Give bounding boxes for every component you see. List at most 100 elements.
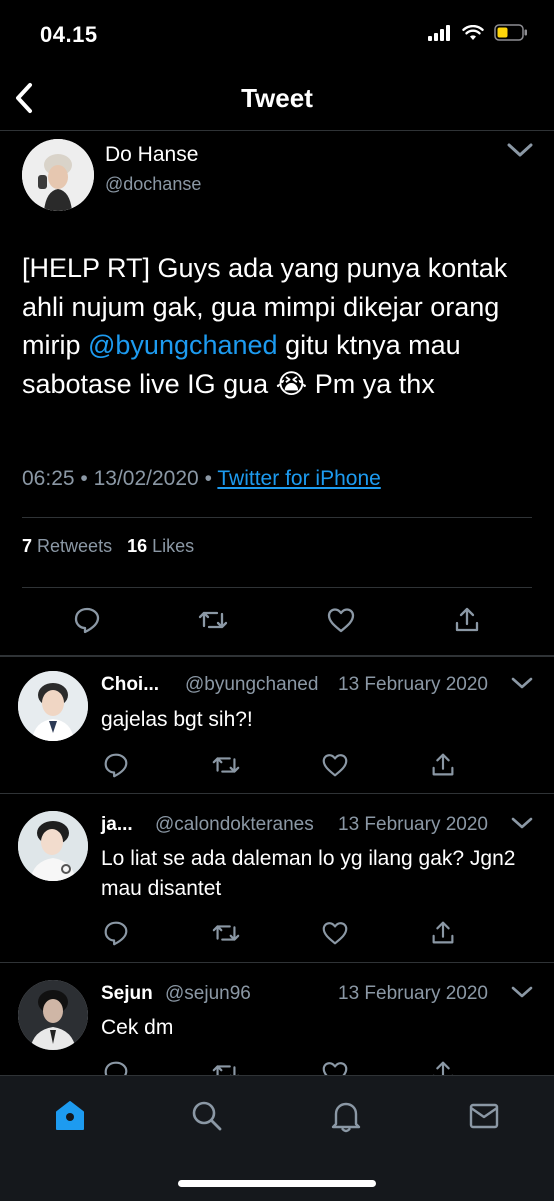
divider (22, 587, 532, 588)
tweet-time: 06:25 (22, 467, 75, 490)
retweet-button[interactable] (211, 1058, 243, 1075)
chevron-down-icon (511, 986, 533, 998)
divider (22, 517, 532, 518)
status-time: 04.15 (40, 22, 98, 47)
home-indicator[interactable] (178, 1180, 376, 1187)
likes-stat[interactable]: 16 Likes (127, 536, 194, 556)
retweet-icon (198, 611, 228, 629)
reply-author-name[interactable]: Choi... (101, 674, 159, 696)
tweet-text-part3: Pm ya thx (307, 368, 435, 399)
like-label: Likes (152, 536, 195, 556)
reply-text: gajelas bgt sih?! (101, 708, 253, 731)
reply-author-handle[interactable]: @sejun96 (165, 983, 251, 1005)
tab-search[interactable] (189, 1098, 225, 1134)
retweet-label: Retweets (37, 536, 113, 556)
wifi-icon (462, 24, 484, 40)
reply-button[interactable] (101, 750, 133, 782)
reply-menu-button[interactable] (510, 814, 534, 832)
chevron-down-icon (507, 143, 533, 157)
reply-item[interactable]: Sejun @sejun96 13 February 2020 Cek dm (0, 963, 554, 1075)
tab-messages[interactable] (466, 1098, 502, 1134)
reply-item[interactable]: ja... @calondokteranes 13 February 2020 … (0, 794, 554, 962)
share-icon (432, 753, 454, 776)
share-button[interactable] (428, 918, 460, 950)
avatar-image (18, 980, 88, 1050)
share-button[interactable] (428, 1058, 460, 1075)
reply-icon (104, 921, 128, 946)
reply-menu-button[interactable] (510, 983, 534, 1001)
reply-author-handle[interactable]: @byungchaned (185, 674, 318, 696)
like-button[interactable] (320, 1058, 352, 1075)
reply-icon (74, 607, 100, 634)
bell-icon (331, 1102, 361, 1133)
share-button[interactable] (428, 750, 460, 782)
reply-item[interactable]: Choi... @byungchaned 13 February 2020 ga… (0, 657, 554, 793)
reply-author-handle[interactable]: @calondokteranes (155, 814, 314, 836)
share-button[interactable] (451, 604, 483, 636)
heart-icon (322, 754, 348, 777)
reply-icon (104, 1061, 128, 1075)
share-icon (432, 1061, 454, 1075)
avatar-image (18, 671, 88, 741)
page-title: Tweet (241, 83, 313, 113)
signal-icon (428, 24, 450, 41)
heart-icon (327, 608, 355, 633)
retweets-stat[interactable]: 7 Retweets (22, 536, 112, 556)
share-icon (432, 921, 454, 944)
reply-date: 13 February 2020 (338, 983, 488, 1004)
reply-avatar[interactable] (18, 671, 88, 741)
retweet-icon (212, 925, 240, 941)
crying-emoji: 😭 (275, 368, 308, 399)
heart-icon (322, 1062, 348, 1075)
tweet-text: [HELP RT] Guys ada yang punya kontak ahl… (22, 249, 532, 403)
chevron-down-icon (511, 677, 533, 689)
retweet-button[interactable] (197, 604, 229, 636)
retweet-count: 7 (22, 536, 33, 556)
meta-separator: • (80, 467, 88, 490)
reply-icon (104, 753, 128, 778)
heart-icon (322, 922, 348, 945)
tab-home[interactable] (52, 1098, 88, 1134)
reply-date: 13 February 2020 (338, 814, 488, 835)
reply-avatar[interactable] (18, 811, 88, 881)
retweet-icon (212, 1065, 239, 1075)
search-icon (192, 1101, 222, 1131)
like-button[interactable] (325, 604, 357, 636)
chevron-down-icon (511, 817, 533, 829)
mention-link[interactable]: @byungchaned (88, 330, 278, 360)
retweet-button[interactable] (211, 918, 243, 950)
reply-author-name[interactable]: ja... (101, 814, 133, 836)
tweet-menu-button[interactable] (505, 139, 535, 161)
tweet-stats: 7 Retweets 16 Likes (22, 536, 194, 557)
tweet-date: 13/02/2020 (93, 467, 199, 490)
reply-menu-button[interactable] (510, 674, 534, 692)
reply-avatar[interactable] (18, 980, 88, 1050)
like-button[interactable] (320, 918, 352, 950)
tweet-source-link[interactable]: Twitter for iPhone (217, 467, 380, 490)
battery-icon (494, 24, 527, 41)
retweet-icon (212, 757, 240, 773)
author-name[interactable]: Do Hanse (105, 143, 198, 167)
reply-button[interactable] (101, 918, 133, 950)
nav-bar: Tweet (0, 66, 554, 131)
like-button[interactable] (320, 750, 352, 782)
reply-text: Lo liat se ada daleman lo yg ilang gak? … (101, 847, 516, 900)
status-bar: 04.15 (0, 0, 554, 66)
reply-date: 13 February 2020 (338, 674, 488, 695)
avatar-image (18, 811, 88, 881)
mail-icon (469, 1103, 499, 1129)
retweet-button[interactable] (211, 750, 243, 782)
avatar-image (22, 139, 94, 211)
reply-button[interactable] (71, 604, 103, 636)
author-handle[interactable]: @dochanse (105, 174, 201, 195)
home-icon (56, 1101, 84, 1130)
reply-button[interactable] (101, 1058, 133, 1075)
status-icons (428, 24, 528, 41)
meta-separator: • (204, 467, 212, 490)
tweet-meta: 06:25 • 13/02/2020 • Twitter for iPhone (22, 467, 381, 491)
reply-text: Cek dm (101, 1016, 174, 1039)
tab-notifications[interactable] (328, 1098, 364, 1134)
author-avatar[interactable] (22, 139, 94, 211)
reply-author-name[interactable]: Sejun (101, 983, 153, 1005)
like-count: 16 (127, 536, 148, 556)
